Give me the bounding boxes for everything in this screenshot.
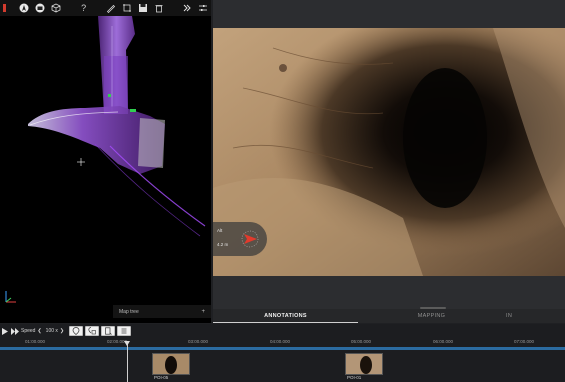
tick-label: 07:00.000 <box>513 339 535 344</box>
expand-panel-icon[interactable] <box>179 0 195 16</box>
tick-label: 05:00.000 <box>350 339 372 344</box>
camera-icon[interactable] <box>32 0 48 16</box>
playback-controls: Speed ❮ 100 x ❯ <box>0 324 565 338</box>
document-add-icon <box>105 327 112 335</box>
pointcloud-viewer[interactable]: ? Map tree + <box>0 0 211 323</box>
list-icon <box>121 328 127 334</box>
speed-value: 100 x <box>45 328 58 334</box>
list-view-button[interactable] <box>117 326 132 336</box>
cube-icon[interactable] <box>48 0 64 16</box>
speed-increase-button[interactable]: ❯ <box>60 326 64 336</box>
save-icon[interactable] <box>135 0 151 16</box>
tab-extra[interactable]: IN <box>505 309 565 323</box>
poi-thumbnail[interactable] <box>152 353 190 375</box>
viewer-toolbar: ? <box>0 0 211 16</box>
map-tree-add-button[interactable]: + <box>201 309 205 315</box>
tick-label: 01:00.000 <box>24 339 46 344</box>
tick-label: 04:00.000 <box>269 339 291 344</box>
tick-label: 03:00.000 <box>187 339 209 344</box>
media-bottom-area <box>213 276 565 309</box>
tab-annotations[interactable]: ANNOTATIONS <box>213 309 358 323</box>
bottom-tabs: ANNOTATIONS MAPPING IN <box>213 309 565 323</box>
tab-mapping[interactable]: MAPPING <box>358 309 505 323</box>
tick-label: 06:00.000 <box>432 339 454 344</box>
play-icon[interactable] <box>1 326 9 336</box>
add-photo-poi-button[interactable] <box>85 326 100 336</box>
pin-photo-icon <box>88 327 96 335</box>
speed-decrease-button[interactable]: ❮ <box>37 326 41 336</box>
position-overlay[interactable]: Alt 4.2 m <box>213 222 267 256</box>
add-document-button[interactable] <box>101 326 116 336</box>
overlay-altitude-label: Alt <box>217 228 223 233</box>
settings-sliders-icon[interactable] <box>195 0 211 16</box>
add-poi-button[interactable] <box>69 326 84 336</box>
map-tree-bar[interactable]: Map tree + <box>113 305 211 318</box>
poi-label: POI-01 <box>347 375 362 380</box>
help-icon[interactable]: ? <box>76 0 92 16</box>
measure-pencil-icon[interactable] <box>103 0 119 16</box>
crop-select-icon[interactable] <box>119 0 135 16</box>
delete-icon[interactable] <box>151 0 167 16</box>
pin-add-icon <box>72 327 80 335</box>
record-icon[interactable] <box>0 0 16 16</box>
navigate-icon[interactable] <box>16 0 32 16</box>
overlay-distance-value: 4.2 m <box>217 242 229 247</box>
poi-label: POI-05 <box>154 375 169 380</box>
tick-label: 02:00.000 <box>106 339 128 344</box>
fast-forward-icon[interactable] <box>11 326 19 336</box>
pointcloud-render[interactable] <box>0 16 211 323</box>
media-header <box>213 0 565 28</box>
axis-gizmo <box>5 291 16 303</box>
speed-label: Speed <box>21 328 36 334</box>
poi-thumbnail[interactable] <box>345 353 383 375</box>
playhead[interactable] <box>127 343 128 382</box>
timeline-track[interactable] <box>0 347 565 350</box>
timeline[interactable]: 01:00.000 02:00.000 03:00.000 04:00.000 … <box>0 338 565 382</box>
timeline-ruler: 01:00.000 02:00.000 03:00.000 04:00.000 … <box>0 338 565 346</box>
heading-arrow-icon <box>241 230 259 248</box>
map-tree-label: Map tree <box>119 308 139 315</box>
